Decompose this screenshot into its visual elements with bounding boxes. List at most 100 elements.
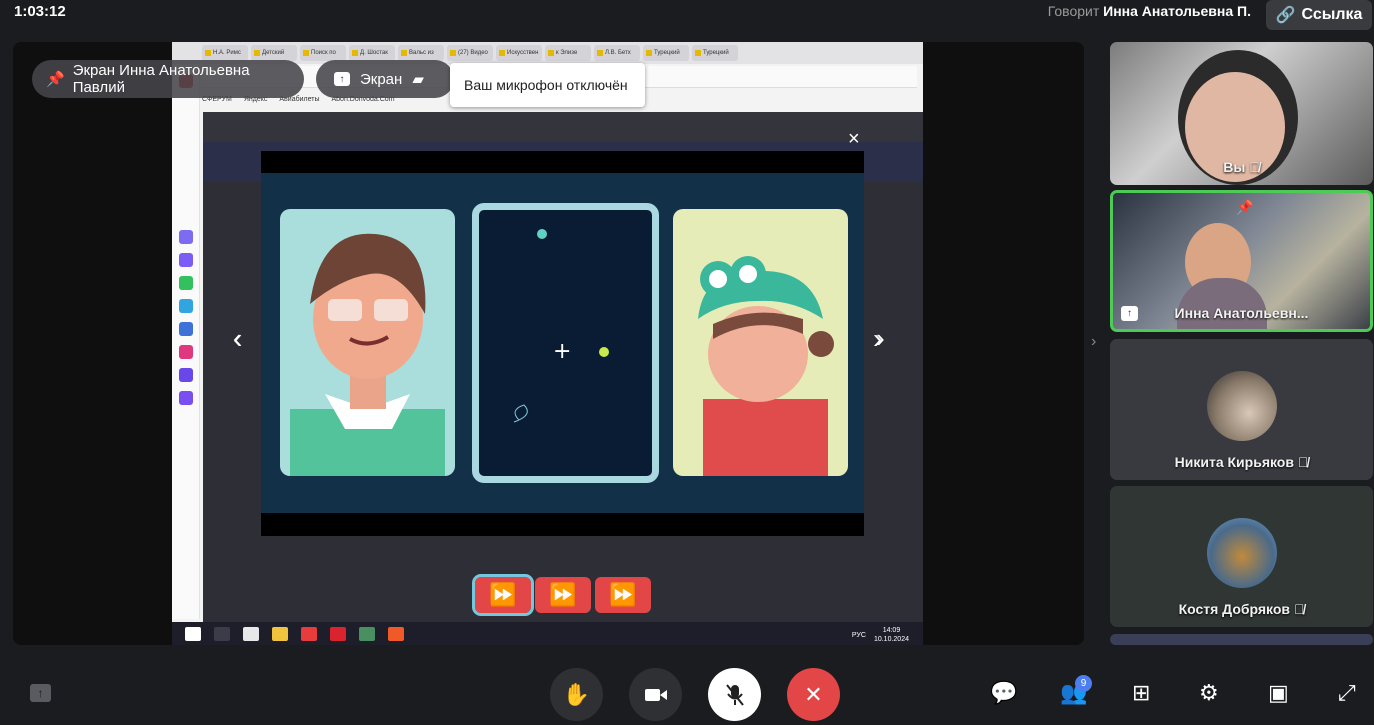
end-call-button[interactable]: ✕ bbox=[787, 668, 840, 721]
participant-label: Костя Добряков 🎙̸ bbox=[1178, 601, 1305, 617]
video-icon bbox=[179, 391, 193, 405]
fast-forward-icon: ⏩ bbox=[472, 574, 534, 616]
task-view-icon bbox=[214, 626, 230, 641]
video-player: + ‹ › ‹ › bbox=[233, 151, 885, 536]
close-icon: × bbox=[848, 128, 860, 150]
collapse-sidebar-icon[interactable]: › bbox=[1091, 333, 1096, 351]
fast-forward-icon: ⏩ bbox=[535, 577, 591, 613]
grid-view-button[interactable]: ⊞ bbox=[1132, 680, 1150, 706]
page-header bbox=[203, 112, 923, 142]
pin-icon: 📌 bbox=[46, 71, 65, 88]
file-explorer-icon bbox=[272, 626, 288, 641]
girl-illustration bbox=[698, 256, 834, 476]
windows-taskbar: РУС 14:09 10.10.2024 bbox=[172, 622, 923, 645]
chat-button[interactable]: 💬 bbox=[990, 680, 1017, 706]
speaking-prefix: Говорит bbox=[1047, 3, 1100, 19]
yandex-icon bbox=[301, 626, 317, 641]
camera-icon bbox=[644, 688, 667, 701]
player-next-icon: › bbox=[873, 323, 883, 354]
link-button[interactable]: 🔗 Ссылка bbox=[1266, 0, 1372, 30]
whatsapp-icon bbox=[179, 276, 193, 290]
character-card-boy bbox=[280, 209, 455, 476]
hand-icon: ✋ bbox=[562, 681, 591, 707]
instagram-icon bbox=[179, 345, 193, 359]
fast-forward-controls: ⏩ ⏩ ⏩ bbox=[472, 574, 651, 616]
browser-tab: Л.В. Бетх bbox=[594, 45, 640, 61]
microphone-button[interactable] bbox=[708, 668, 761, 721]
tray-date: 10.10.2024 bbox=[873, 636, 909, 643]
share-screen-button[interactable]: ↑ bbox=[30, 684, 51, 702]
participant-tile-nikita[interactable]: Никита Кирьяков 🎙̸ bbox=[1110, 339, 1373, 480]
brave-icon bbox=[388, 626, 404, 641]
browser-tab: Турецкий bbox=[692, 45, 738, 61]
camera-button[interactable] bbox=[629, 668, 682, 721]
pinned-screen-pill[interactable]: 📌 Экран Инна Анатольевна Павлий bbox=[32, 60, 304, 98]
mic-off-icon: 🎙̸ bbox=[1297, 454, 1309, 470]
mic-off-icon: 🎙̸ bbox=[1249, 159, 1260, 175]
opera-taskbar-icon bbox=[330, 626, 346, 641]
screen-label: Экран bbox=[360, 70, 403, 88]
link-label: Ссылка bbox=[1301, 6, 1363, 23]
app-taskbar-icon bbox=[359, 626, 375, 641]
participant-label: Инна Анатольевн... bbox=[1174, 305, 1309, 321]
browser-tab: Поиск по bbox=[300, 45, 346, 61]
raise-hand-button[interactable]: ✋ bbox=[550, 668, 603, 721]
avatar bbox=[1207, 371, 1277, 441]
participant-label: Вы 🎙̸ bbox=[1223, 159, 1260, 175]
boy-illustration bbox=[290, 233, 445, 476]
mic-off-icon bbox=[725, 683, 744, 706]
system-tray: РУС 14:09 10.10.2024 bbox=[852, 626, 909, 644]
browser-tab: к Элизе bbox=[545, 45, 591, 61]
layout-icon: ▣ bbox=[1268, 680, 1289, 705]
mic-muted-tooltip: Ваш микрофон отключён bbox=[450, 63, 645, 107]
participant-tile-self[interactable]: Вы 🎙̸ bbox=[1110, 42, 1373, 185]
close-icon: ✕ bbox=[804, 681, 823, 707]
participants-count-badge: 9 bbox=[1075, 675, 1092, 692]
grid-icon: ⊞ bbox=[1132, 680, 1151, 705]
link-icon: 🔗 bbox=[1275, 7, 1296, 24]
blank-card-illustration: + bbox=[513, 229, 609, 423]
chat-icon: 💬 bbox=[990, 680, 1018, 705]
avatar bbox=[1207, 518, 1277, 588]
browser-tab: Д. Шостак bbox=[349, 45, 395, 61]
fullscreen-button[interactable]: ⤢ bbox=[1338, 680, 1356, 706]
browser-tab: Турецкий bbox=[643, 45, 689, 61]
fullscreen-icon: ⤢ bbox=[1338, 680, 1356, 705]
browser-tab: Искусствен bbox=[496, 45, 542, 61]
pinned-screen-label: Экран Инна Анатольевна Павлий bbox=[72, 62, 250, 96]
pin-icon: 📌 bbox=[1236, 199, 1254, 215]
windows-start-icon bbox=[185, 626, 201, 641]
fast-forward-icon: ⏩ bbox=[595, 577, 651, 613]
browser-sidebar bbox=[172, 64, 200, 619]
speaking-indicator: Говорит Инна Анатольевна П. bbox=[1048, 3, 1251, 19]
character-card-girl bbox=[673, 209, 848, 476]
share-screen-icon: ↑ bbox=[334, 72, 350, 86]
browser-tab: Вальс из bbox=[398, 45, 444, 61]
browser-tab: (27) Видео bbox=[447, 45, 493, 61]
speaking-name: Инна Анатольевна П. bbox=[1103, 3, 1251, 19]
aria-icon bbox=[179, 230, 193, 244]
screen-controls-pill[interactable]: ↑ Экран ▰ bbox=[316, 60, 454, 98]
browser-tab: Детский bbox=[251, 45, 297, 61]
participant-tile-partial bbox=[1110, 634, 1373, 645]
svg-text:+: + bbox=[553, 339, 571, 364]
tray-clock: 14:09 10.10.2024 bbox=[874, 626, 909, 644]
tray-time: 14:09 bbox=[882, 627, 901, 634]
call-timer: 1:03:12 bbox=[14, 3, 66, 20]
player-prev-icon: ‹ bbox=[233, 323, 243, 354]
settings-button[interactable]: ⚙ bbox=[1199, 680, 1219, 706]
layout-button[interactable]: ▣ bbox=[1268, 680, 1289, 706]
participant-tile-kostya[interactable]: Костя Добряков 🎙̸ bbox=[1110, 486, 1373, 627]
character-card-blank: + bbox=[472, 203, 659, 483]
video-frame: + ‹ › bbox=[233, 173, 885, 513]
participant-tile-inna[interactable]: 📌 ↑ Инна Анатольевн... bbox=[1110, 190, 1373, 332]
browser-tab: Н.А. Римс bbox=[202, 45, 248, 61]
main-stage: Н.А. Римс Детский Поиск по Д. Шостак Вал… bbox=[13, 42, 1084, 645]
telegram-icon bbox=[179, 299, 193, 313]
vk-icon bbox=[179, 322, 193, 336]
messenger-icon bbox=[179, 253, 193, 267]
player-icon bbox=[179, 368, 193, 382]
camera-small-icon: ▰ bbox=[412, 71, 424, 88]
yandex-browser-icon bbox=[243, 626, 259, 641]
tray-language: РУС bbox=[851, 631, 866, 639]
